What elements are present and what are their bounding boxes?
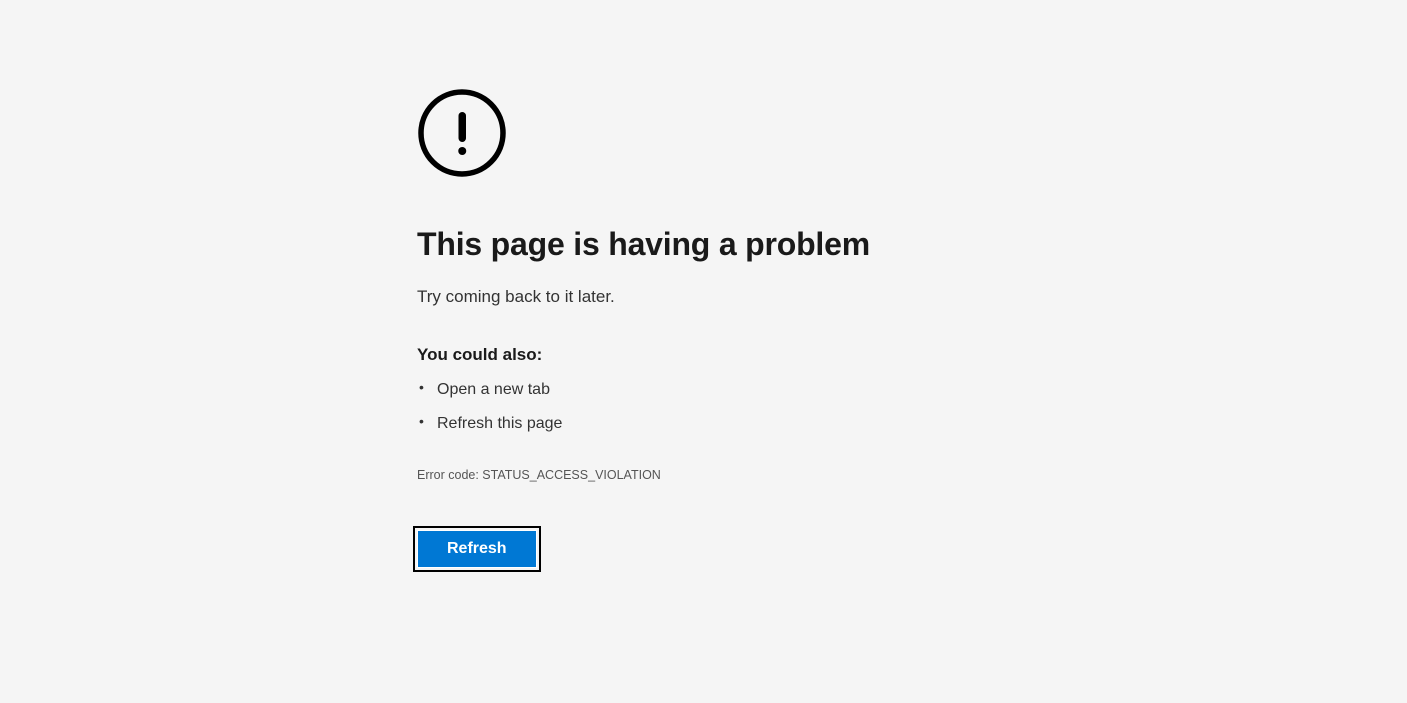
suggestions-heading: You could also:: [417, 345, 900, 365]
list-item: Refresh this page: [417, 413, 900, 435]
error-code-text: Error code: STATUS_ACCESS_VIOLATION: [417, 468, 900, 482]
error-page-container: This page is having a problem Try coming…: [0, 0, 900, 568]
suggestions-list: Open a new tab Refresh this page: [417, 379, 900, 436]
list-item: Open a new tab: [417, 379, 900, 401]
error-subtext: Try coming back to it later.: [417, 287, 900, 307]
exclamation-circle-icon: [417, 88, 900, 178]
error-heading: This page is having a problem: [417, 226, 900, 263]
refresh-button[interactable]: Refresh: [417, 530, 537, 568]
